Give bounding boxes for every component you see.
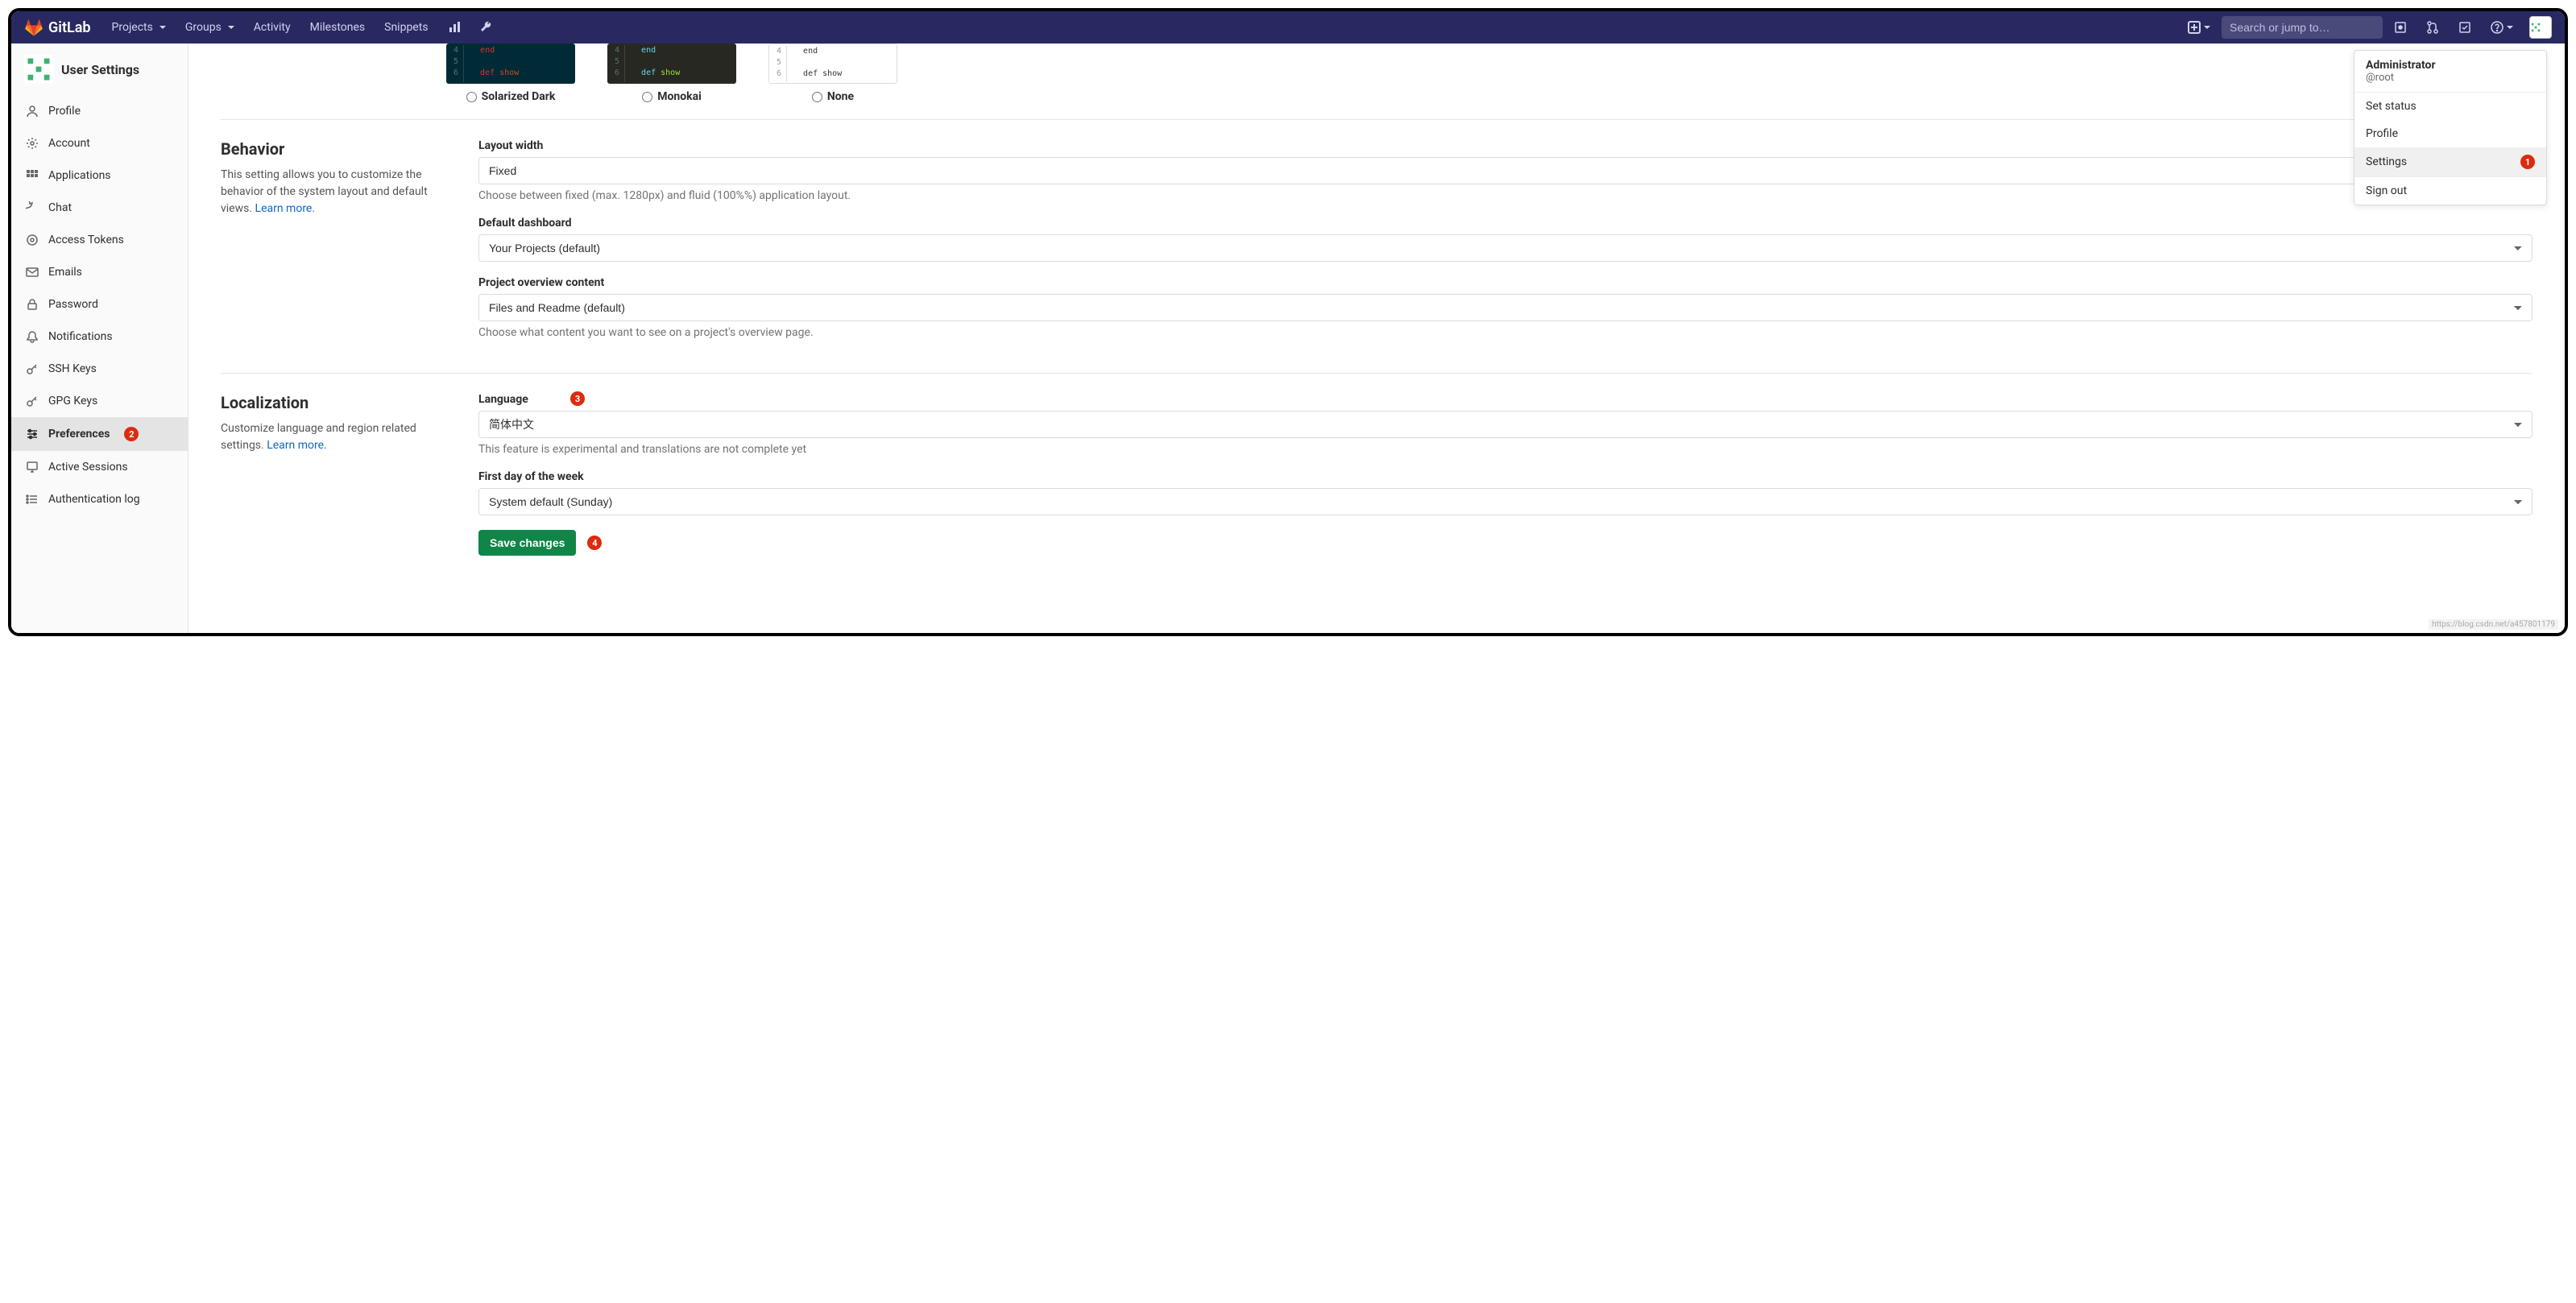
theme-monokai: 456 end def show Monokai — [607, 43, 736, 103]
search-input[interactable] — [2230, 21, 2375, 34]
behavior-desc: This setting allows you to customize the… — [221, 167, 454, 217]
sidebar-item-auth-log[interactable]: Authentication log — [11, 483, 188, 515]
nav-milestones[interactable]: Milestones — [302, 11, 374, 43]
annotation-2: 2 — [124, 427, 139, 441]
layout-width-help: Choose between fixed (max. 1280px) and f… — [478, 189, 2533, 202]
theme-radio-solarized[interactable]: Solarized Dark — [446, 90, 575, 103]
grid-icon — [26, 169, 39, 182]
dropdown-set-status[interactable]: Set status — [2354, 93, 2546, 120]
language-help: This feature is experimental and transla… — [478, 443, 2533, 456]
key-icon — [26, 395, 39, 407]
annotation-3: 3 — [570, 391, 585, 406]
code-preview-none: 456 end def show — [768, 43, 897, 84]
dashboard-select[interactable]: Your Projects (default) — [478, 234, 2533, 262]
sidebar-item-access-tokens[interactable]: Access Tokens — [11, 224, 188, 256]
wrench-icon[interactable] — [472, 11, 501, 43]
plus-icon[interactable] — [2180, 11, 2218, 43]
theme-solarized-dark: 456 end def show Solarized Dark — [446, 43, 575, 103]
annotation-1: 1 — [2520, 155, 2535, 169]
user-dropdown: Administrator @root Set status Profile S… — [2354, 50, 2547, 205]
chat-icon — [26, 201, 39, 214]
code-preview-monokai: 456 end def show — [607, 43, 736, 84]
overview-label: Project overview content — [478, 276, 2533, 289]
nav-groups[interactable]: Groups — [177, 11, 242, 43]
dropdown-settings[interactable]: Settings 1 — [2354, 147, 2546, 176]
section-behavior: Behavior This setting allows you to cust… — [221, 119, 2533, 373]
issues-icon[interactable] — [2386, 11, 2415, 43]
merge-request-icon[interactable] — [2418, 11, 2447, 43]
theme-radio-monokai[interactable]: Monokai — [607, 90, 736, 103]
language-select[interactable]: 简体中文 — [478, 411, 2533, 438]
sidebar-item-notifications[interactable]: Notifications — [11, 321, 188, 353]
key-icon — [26, 362, 39, 375]
user-icon — [26, 105, 39, 118]
dropdown-sign-out[interactable]: Sign out — [2354, 177, 2546, 205]
theme-none: 456 end def show None — [768, 43, 897, 103]
nav-snippets[interactable]: Snippets — [376, 11, 436, 43]
sidebar-item-password[interactable]: Password — [11, 288, 188, 321]
chart-icon[interactable] — [440, 11, 469, 43]
dropdown-profile[interactable]: Profile — [2354, 120, 2546, 147]
search-box[interactable] — [2222, 16, 2383, 39]
sidebar-item-active-sessions[interactable]: Active Sessions — [11, 451, 188, 483]
content-area: 456 end def show Solarized Dark 456 end … — [188, 43, 2565, 633]
learn-more-link[interactable]: Learn more — [255, 202, 313, 215]
user-menu-button[interactable] — [2529, 16, 2552, 39]
bell-icon — [26, 330, 39, 343]
lock-icon — [26, 298, 39, 311]
dropdown-user-info: Administrator @root — [2354, 51, 2546, 93]
gear-icon — [26, 137, 39, 150]
sidebar-item-applications[interactable]: Applications — [11, 159, 188, 192]
sidebar-item-chat[interactable]: Chat — [11, 192, 188, 224]
language-label: Language — [478, 393, 2533, 406]
avatar-identicon — [2530, 19, 2541, 36]
sidebar: User Settings Profile Account Applicatio… — [11, 43, 188, 633]
nav-activity[interactable]: Activity — [246, 11, 299, 43]
code-preview-dark: 456 end def show — [446, 43, 575, 84]
sidebar-item-emails[interactable]: Emails — [11, 256, 188, 288]
gitlab-logo[interactable]: GitLab — [24, 18, 91, 37]
sliders-icon — [26, 428, 39, 441]
learn-more-link[interactable]: Learn more — [267, 439, 324, 452]
dashboard-label: Default dashboard — [478, 217, 2533, 230]
watermark: https://blog.csdn.net/a457801179 — [2429, 619, 2558, 630]
save-button[interactable]: Save changes — [478, 530, 576, 556]
behavior-title: Behavior — [221, 139, 454, 159]
brand-text: GitLab — [48, 19, 91, 36]
sidebar-item-preferences[interactable]: Preferences2 — [11, 417, 188, 451]
localization-desc: Customize language and region related se… — [221, 420, 454, 454]
layout-width-input[interactable] — [478, 157, 2533, 184]
token-icon — [26, 234, 39, 246]
sidebar-item-account[interactable]: Account — [11, 127, 188, 159]
help-icon[interactable] — [2483, 11, 2521, 43]
localization-title: Localization — [221, 393, 454, 412]
top-navbar: GitLab Projects Groups Activity Mileston… — [11, 11, 2565, 43]
overview-help: Choose what content you want to see on a… — [478, 326, 2533, 339]
avatar-identicon — [24, 55, 53, 84]
dropdown-username: @root — [2366, 72, 2535, 84]
monitor-icon — [26, 461, 39, 474]
tanuki-icon — [24, 18, 43, 37]
overview-select[interactable]: Files and Readme (default) — [478, 294, 2533, 321]
nav-projects[interactable]: Projects — [104, 11, 174, 43]
section-localization: Localization Customize language and regi… — [221, 373, 2533, 575]
theme-radio-none[interactable]: None — [768, 90, 897, 103]
dropdown-user-name: Administrator — [2366, 59, 2535, 72]
first-day-label: First day of the week — [478, 470, 2533, 483]
list-icon — [26, 493, 39, 506]
sidebar-title: User Settings — [11, 43, 188, 95]
annotation-4: 4 — [587, 536, 602, 550]
mail-icon — [26, 266, 39, 279]
sidebar-item-gpg-keys[interactable]: GPG Keys — [11, 385, 188, 417]
syntax-theme-row: 456 end def show Solarized Dark 456 end … — [446, 43, 2565, 119]
sidebar-item-profile[interactable]: Profile — [11, 95, 188, 127]
first-day-select[interactable]: System default (Sunday) — [478, 488, 2533, 515]
sidebar-item-ssh-keys[interactable]: SSH Keys — [11, 353, 188, 385]
layout-width-label: Layout width — [478, 139, 2533, 152]
todos-icon[interactable] — [2450, 11, 2479, 43]
